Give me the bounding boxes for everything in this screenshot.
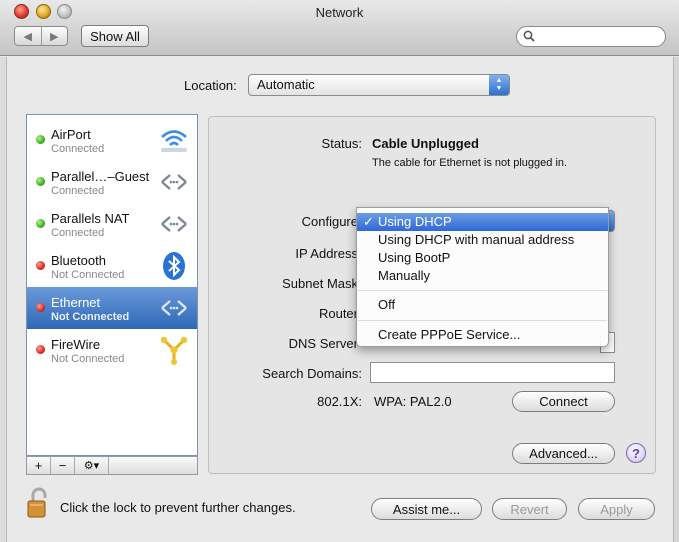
location-popup[interactable]: Automatic ▲ ▼ (248, 74, 510, 96)
menu-item-using-dhcp[interactable]: ✓ Using DHCP (357, 213, 608, 231)
revert-button[interactable]: Revert (492, 498, 567, 520)
dot1x-value: WPA: PAL2.0 (374, 394, 452, 409)
status-value: Cable Unplugged (372, 136, 479, 151)
service-status: Connected (51, 143, 105, 155)
service-status: Not Connected (51, 311, 130, 323)
search-field[interactable] (516, 26, 666, 47)
service-name: Parallels NAT (51, 211, 130, 226)
router-label: Router (318, 306, 358, 321)
configure-menu: ✓ Using DHCP Using DHCP with manual addr… (356, 207, 609, 347)
gear-menu-button[interactable]: ⚙▾ (75, 457, 109, 474)
ip-address-label: IP Address (295, 246, 358, 261)
service-item-airport[interactable]: AirPort Connected (27, 119, 197, 161)
network-preferences-window: Network ◀ ▶ Show All Location: Automatic… (0, 0, 679, 542)
service-item-parallels-nat[interactable]: Parallels NAT Connected (27, 203, 197, 245)
back-forward-control: ◀ ▶ (14, 26, 68, 46)
service-status: Connected (51, 227, 105, 239)
apply-button[interactable]: Apply (578, 498, 655, 520)
popup-arrows-icon: ▲ ▼ (489, 75, 509, 95)
menu-item-manually[interactable]: Manually (357, 267, 608, 285)
firewire-icon (160, 336, 188, 365)
service-item-ethernet[interactable]: Ethernet Not Connected (27, 287, 197, 329)
status-label: Status: (321, 136, 362, 151)
lock-message: Click the lock to prevent further change… (60, 500, 296, 515)
search-domains-field[interactable] (370, 362, 615, 383)
dns-server-label: DNS Server (288, 336, 358, 351)
menu-separator (358, 290, 607, 291)
status-dot-icon (36, 303, 45, 312)
remove-service-button[interactable]: − (51, 457, 75, 474)
ethernet-arrows-icon (161, 216, 187, 232)
forward-button[interactable]: ▶ (42, 27, 68, 45)
ethernet-arrows-icon (161, 174, 187, 190)
wifi-icon (161, 130, 187, 152)
search-domains-label: Search Domains: (262, 366, 362, 381)
service-item-firewire[interactable]: FireWire Not Connected (27, 329, 197, 371)
status-dot-icon (36, 261, 45, 270)
ethernet-arrows-icon (161, 300, 187, 316)
service-name: Bluetooth (51, 253, 106, 268)
status-dot-icon (36, 177, 45, 186)
service-status: Connected (51, 185, 105, 197)
window-title: Network (315, 5, 364, 20)
back-button[interactable]: ◀ (15, 27, 42, 45)
service-status: Not Connected (51, 269, 125, 281)
menu-separator (358, 320, 607, 321)
help-button[interactable]: ? (626, 443, 646, 463)
add-service-button[interactable]: + (27, 457, 51, 474)
title-bar: Network ◀ ▶ Show All (0, 0, 679, 56)
service-list-buttons: + − ⚙▾ (26, 456, 198, 475)
show-all-button[interactable]: Show All (81, 25, 149, 47)
location-label: Location: (184, 78, 237, 93)
menu-item-create-pppoe[interactable]: Create PPPoE Service... (357, 326, 608, 344)
service-item-parallels-guest[interactable]: Parallel…–Guest Connected (27, 161, 197, 203)
lock-icon[interactable] (26, 487, 50, 519)
service-name: Parallel…–Guest (51, 169, 150, 184)
left-window-edge (0, 57, 7, 542)
service-name: AirPort (51, 127, 91, 142)
right-window-edge (673, 57, 679, 542)
configure-label: Configure (301, 214, 358, 229)
connect-button[interactable]: Connect (512, 391, 615, 412)
dot1x-label: 802.1X: (317, 394, 362, 409)
status-dot-icon (36, 219, 45, 228)
status-dot-icon (36, 345, 45, 354)
assist-me-button[interactable]: Assist me... (371, 498, 482, 520)
status-dot-icon (36, 135, 45, 144)
checkmark-icon: ✓ (363, 214, 374, 229)
service-name: FireWire (51, 337, 101, 352)
bluetooth-icon (163, 252, 185, 280)
menu-item-off[interactable]: Off (357, 296, 608, 314)
service-status: Not Connected (51, 353, 125, 365)
search-icon (523, 30, 535, 45)
menu-item-label: Using DHCP (378, 214, 452, 229)
location-value: Automatic (257, 77, 315, 92)
subnet-mask-label: Subnet Mask (282, 276, 358, 291)
advanced-button[interactable]: Advanced... (512, 443, 615, 464)
service-item-bluetooth[interactable]: Bluetooth Not Connected (27, 245, 197, 287)
status-description: The cable for Ethernet is not plugged in… (372, 157, 568, 169)
menu-item-bootp[interactable]: Using BootP (357, 249, 608, 267)
service-list: AirPort Connected Parallel…–Guest Connec… (26, 114, 198, 456)
menu-item-dhcp-manual[interactable]: Using DHCP with manual address (357, 231, 608, 249)
service-name: Ethernet (51, 295, 101, 310)
